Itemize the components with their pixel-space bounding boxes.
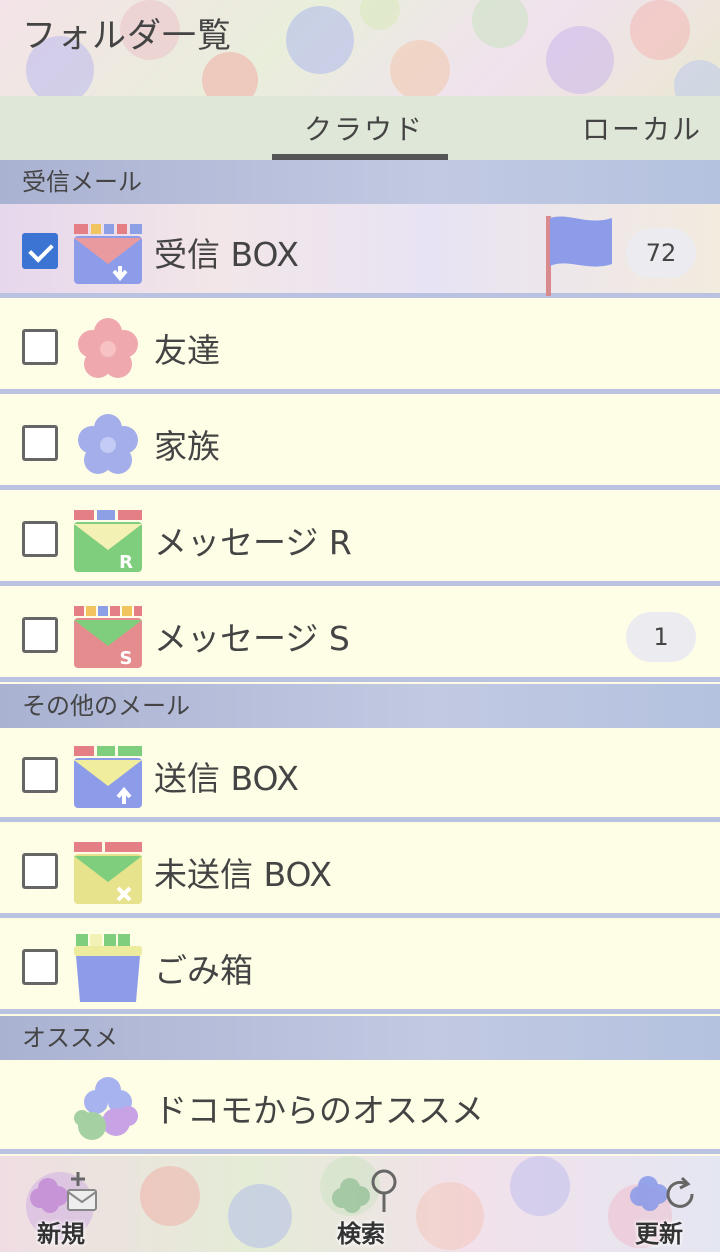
checkbox-trash[interactable] xyxy=(22,949,58,985)
search-button[interactable]: 検索 xyxy=(306,1156,416,1252)
new-button[interactable]: 新規 xyxy=(6,1156,116,1252)
svg-text:S: S xyxy=(120,648,133,669)
refresh-button-label: 更新 xyxy=(635,1220,683,1248)
svg-text:R: R xyxy=(119,552,133,573)
unsent-envelope-icon xyxy=(74,842,142,904)
folder-label: 未送信 BOX xyxy=(154,855,333,894)
unread-count-badge: 1 xyxy=(626,612,696,662)
app-header: フォルダ一覧 xyxy=(0,0,720,96)
checkbox-message-r[interactable] xyxy=(22,521,58,557)
folder-label: メッセージ R xyxy=(154,523,352,562)
folder-row-message-r[interactable]: R メッセージ R xyxy=(0,492,720,586)
checkbox-message-s[interactable] xyxy=(22,617,58,653)
folder-row-friends[interactable]: 友達 xyxy=(0,300,720,394)
folder-row-sent[interactable]: 送信 BOX xyxy=(0,728,720,822)
checkbox-inbox[interactable] xyxy=(22,233,58,269)
checkbox-friends[interactable] xyxy=(22,329,58,365)
recommend-row[interactable]: ドコモからのオススメ xyxy=(0,1060,720,1154)
section-header-recommend: オススメ xyxy=(0,1016,720,1060)
checkbox-family[interactable] xyxy=(22,425,58,461)
tab-local[interactable]: ローカル xyxy=(582,108,702,148)
bottom-toolbar: 新規 検索 更新 xyxy=(0,1156,720,1252)
folder-label: 送信 BOX xyxy=(154,759,300,798)
folder-row-message-s[interactable]: S メッセージ S 1 xyxy=(0,588,720,682)
message-s-envelope-icon: S xyxy=(74,606,142,669)
message-r-envelope-icon: R xyxy=(74,510,142,573)
flag-icon[interactable] xyxy=(538,212,618,298)
blue-flower-icon xyxy=(78,414,138,474)
page-title: フォルダ一覧 xyxy=(22,16,232,56)
search-button-label: 検索 xyxy=(337,1220,385,1248)
new-button-label: 新規 xyxy=(37,1220,85,1248)
folder-label: 受信 BOX xyxy=(154,235,300,274)
folder-label: メッセージ S xyxy=(154,619,350,658)
folder-row-family[interactable]: 家族 xyxy=(0,396,720,490)
folder-label: 家族 xyxy=(154,427,220,466)
outbox-envelope-icon xyxy=(74,746,142,808)
pink-flower-icon xyxy=(78,318,138,378)
checkbox-unsent[interactable] xyxy=(22,853,58,889)
folder-row-trash[interactable]: ごみ箱 xyxy=(0,920,720,1014)
unread-count-badge: 72 xyxy=(626,228,696,278)
section-header-other: その他のメール xyxy=(0,684,720,728)
folder-row-inbox[interactable]: 受信 BOX 72 xyxy=(0,204,720,298)
tab-bar: クラウド ローカル xyxy=(0,96,720,160)
recommend-label: ドコモからのオススメ xyxy=(154,1091,484,1130)
trash-icon xyxy=(74,934,142,1002)
tab-cloud[interactable]: クラウド xyxy=(304,108,424,148)
checkbox-sent[interactable] xyxy=(22,757,58,793)
hydrangea-icon xyxy=(74,1077,138,1140)
refresh-button[interactable]: 更新 xyxy=(604,1156,714,1252)
folder-row-unsent[interactable]: 未送信 BOX xyxy=(0,824,720,918)
section-header-inbox: 受信メール xyxy=(0,160,720,204)
folder-label: 友達 xyxy=(154,331,220,370)
inbox-envelope-icon xyxy=(74,224,142,284)
folder-label: ごみ箱 xyxy=(154,951,253,990)
